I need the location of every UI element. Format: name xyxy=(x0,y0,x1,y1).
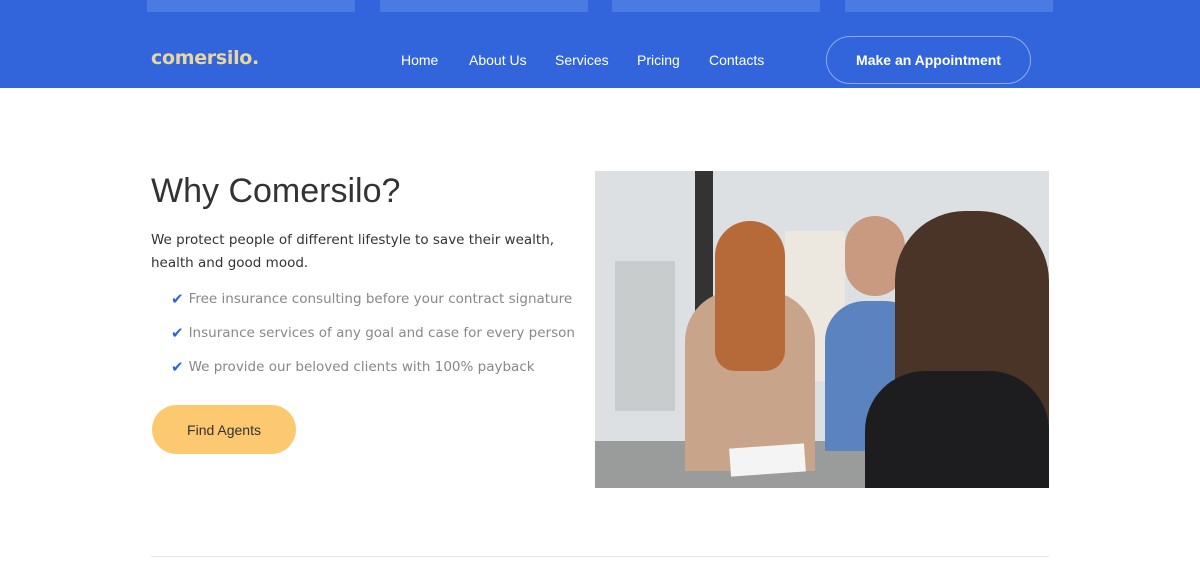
top-tab[interactable] xyxy=(380,0,588,12)
nav-home[interactable]: Home xyxy=(401,52,438,68)
section-title: Why Comersilo? xyxy=(151,172,401,210)
top-tab[interactable] xyxy=(612,0,820,12)
feature-item: ✔ Insurance services of any goal and case… xyxy=(171,324,575,342)
check-icon: ✔ xyxy=(171,358,184,376)
nav-pricing[interactable]: Pricing xyxy=(637,52,680,68)
divider xyxy=(151,556,1049,557)
logo[interactable]: comersilo. xyxy=(151,47,259,69)
top-tab[interactable] xyxy=(147,0,355,12)
nav-contacts[interactable]: Contacts xyxy=(709,52,764,68)
check-icon: ✔ xyxy=(171,324,184,342)
section-lead: We protect people of different lifestyle… xyxy=(151,232,555,271)
site-header: comersilo. Home About Us Services Pricin… xyxy=(0,0,1200,88)
feature-item: ✔ We provide our beloved clients with 100… xyxy=(171,358,535,376)
top-tab[interactable] xyxy=(845,0,1053,12)
make-appointment-button[interactable]: Make an Appointment xyxy=(826,36,1031,84)
nav-about-us[interactable]: About Us xyxy=(469,52,527,68)
feature-text: Insurance services of any goal and case … xyxy=(188,325,575,341)
feature-item: ✔ Free insurance consulting before your c… xyxy=(171,290,572,308)
nav-services[interactable]: Services xyxy=(555,52,609,68)
feature-text: Free insurance consulting before your co… xyxy=(188,291,573,307)
check-icon: ✔ xyxy=(171,290,184,308)
find-agents-button[interactable]: Find Agents xyxy=(152,405,296,454)
consultation-photo xyxy=(595,171,1049,488)
feature-text: We provide our beloved clients with 100%… xyxy=(188,359,535,375)
